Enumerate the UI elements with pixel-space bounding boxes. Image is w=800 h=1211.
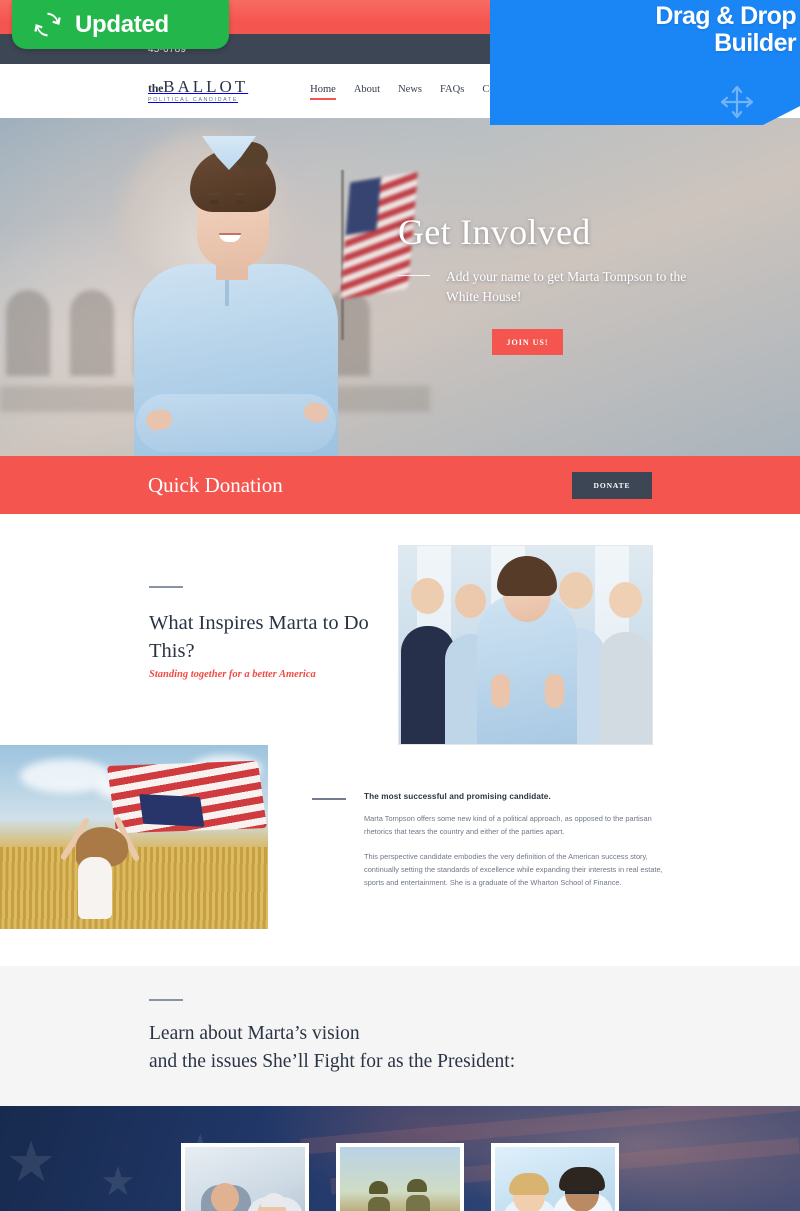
nav-item-news[interactable]: News — [398, 84, 422, 99]
updated-badge: Updated — [12, 0, 229, 49]
body-paragraph-2: This perspective candidate embodies the … — [364, 851, 663, 887]
vision-heading-line1: Learn about Marta’s vision — [149, 1023, 360, 1044]
logo-the-text: the — [148, 81, 164, 96]
issue-card-healthcare[interactable] — [491, 1143, 619, 1211]
inspires-section: What Inspires Marta to Do This? Standing… — [0, 514, 800, 1167]
section-divider — [149, 586, 183, 588]
logo-subtitle: POLITICAL CANDIDATE — [148, 97, 239, 104]
hero-text-block: Get Involved Add your name to get Marta … — [398, 212, 698, 356]
quick-donation-bar: Quick Donation DONATE — [0, 456, 800, 514]
page-root: 45-6789 f t g the BALLOT POLITICAL CANDI… — [0, 0, 800, 1211]
nav-item-about[interactable]: About — [354, 84, 380, 99]
quick-donation-button[interactable]: DONATE — [572, 471, 652, 499]
body-divider — [312, 798, 346, 800]
vision-heading: Learn about Marta’s vision and the issue… — [149, 1020, 709, 1075]
team-photo — [398, 545, 653, 745]
header-donate-button[interactable]: DONATE — [572, 77, 652, 105]
issue-card-military[interactable] — [336, 1143, 464, 1211]
flag-field-photo — [0, 745, 268, 929]
inspires-tagline: Standing together for a better America — [149, 669, 316, 680]
twitter-icon[interactable]: t — [625, 43, 636, 55]
candidate-portrait — [126, 134, 344, 456]
issues-section: ★ ★ ★ — [0, 1106, 800, 1211]
issue-card-business[interactable] — [181, 1143, 309, 1211]
nav-item-contacts[interactable]: Contacts — [482, 84, 519, 99]
vision-section: Learn about Marta’s vision and the issue… — [0, 966, 800, 1106]
nav-item-faqs[interactable]: FAQs — [440, 84, 464, 99]
facebook-icon[interactable]: f — [609, 43, 620, 55]
refresh-circle-icon — [34, 11, 61, 38]
body-lead: The most successful and promising candid… — [364, 792, 551, 801]
inspires-heading: What Inspires Marta to Do This? — [149, 612, 369, 662]
site-logo[interactable]: the BALLOT POLITICAL CANDIDATE — [148, 78, 248, 103]
quick-donation-title: Quick Donation — [148, 472, 283, 497]
updated-badge-label: Updated — [75, 10, 169, 38]
vision-divider — [149, 999, 183, 1001]
social-links[interactable]: f t g — [609, 43, 652, 55]
main-navigation: Home About News FAQs Contacts — [310, 84, 519, 100]
hero-join-button[interactable]: JOIN US! — [492, 329, 563, 356]
body-paragraph-1: Marta Tompson offers some new kind of a … — [364, 814, 652, 836]
hero-divider — [398, 274, 430, 277]
hero-title: Get Involved — [398, 212, 591, 252]
logo-ballot-text: BALLOT — [163, 77, 249, 97]
hero-subtitle: Add your name to get Marta Tompson to th… — [446, 268, 687, 305]
hero-section: Get Involved Add your name to get Marta … — [0, 118, 800, 456]
nav-item-home[interactable]: Home — [310, 84, 336, 100]
issue-cards — [0, 1106, 800, 1211]
site-header: the BALLOT POLITICAL CANDIDATE Home Abou… — [0, 64, 800, 118]
inspires-body: The most successful and promising candid… — [312, 792, 672, 890]
google-plus-icon[interactable]: g — [641, 43, 652, 55]
vision-heading-line2: and the issues She’ll Fight for as the P… — [149, 1050, 516, 1072]
